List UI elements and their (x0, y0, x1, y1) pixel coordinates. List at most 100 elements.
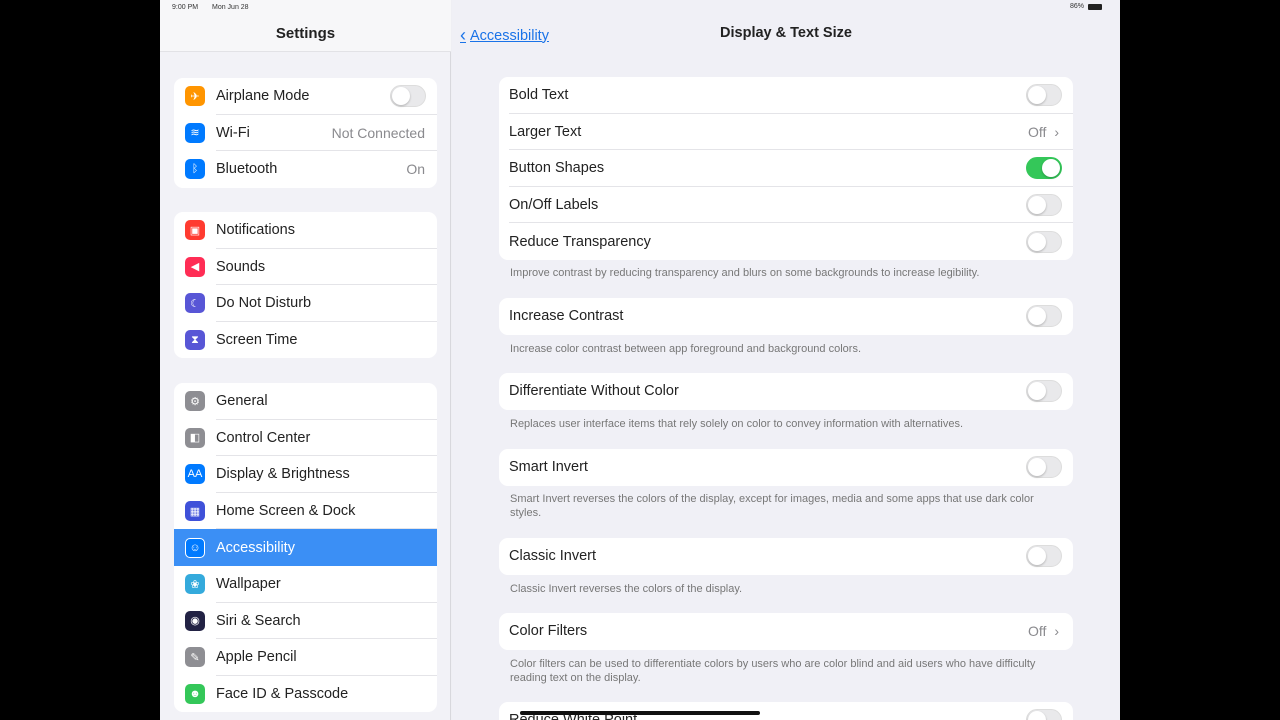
reduce-transparency-toggle[interactable] (1026, 230, 1062, 253)
gear-icon: ⚙ (185, 391, 205, 412)
section-footer: Smart Invert reverses the colors of the … (510, 493, 1034, 519)
sidebar-item-label: Airplane Mode (216, 88, 310, 105)
airplane-icon: ✈ (185, 86, 205, 107)
sidebar-item-label: Do Not Disturb (216, 295, 312, 312)
sidebar-item-wi-fi[interactable]: ≋ Wi-Fi Not Connected (174, 115, 437, 152)
sidebar-item-bluetooth[interactable]: ᛒ Bluetooth On (174, 151, 437, 188)
sidebar-item-label: Accessibility (216, 539, 295, 556)
sidebar-item-label: General (216, 393, 268, 410)
sidebar-item-label: Wi-Fi (216, 124, 250, 141)
settings-group: ⚙ General ◧ Control Center AA Display & … (174, 383, 437, 713)
row-color-filters[interactable]: Color Filters Off › (499, 613, 1073, 650)
sidebar-header: 9:00 PM Mon Jun 28 Settings (160, 0, 451, 52)
increase-contrast-toggle[interactable] (1026, 305, 1062, 328)
sidebar-item-label: Face ID & Passcode (216, 686, 349, 703)
sidebar-item-general[interactable]: ⚙ General (174, 383, 437, 420)
row-increase-contrast[interactable]: Increase Contrast (499, 298, 1073, 335)
chevron-right-icon: › (1054, 623, 1059, 640)
sidebar-item-label: Siri & Search (216, 612, 301, 629)
bluetooth-icon: ᛒ (185, 159, 205, 180)
sounds-icon: ◀ (185, 256, 205, 277)
sidebar-item-value: Not Connected (331, 124, 425, 141)
row-label: Larger Text (509, 123, 582, 140)
row-label: Differentiate Without Color (509, 383, 679, 400)
settings-section: Classic Invert (499, 538, 1073, 575)
settings-section: Smart Invert (499, 449, 1073, 486)
sidebar-item-screen-time[interactable]: ⧗ Screen Time (174, 322, 437, 359)
sidebar-item-value: On (406, 161, 425, 178)
sidebar-item-label: Control Center (216, 429, 311, 446)
face-id-icon: ☻ (185, 684, 205, 705)
classic-invert-toggle[interactable] (1026, 545, 1062, 568)
sidebar-item-home-screen-dock[interactable]: ▦ Home Screen & Dock (174, 493, 437, 530)
section-footer: Improve contrast by reducing transparenc… (510, 267, 980, 279)
battery-icon (1088, 3, 1102, 10)
sidebar-item-apple-pencil[interactable]: ✎ Apple Pencil (174, 639, 437, 676)
sidebar-item-control-center[interactable]: ◧ Control Center (174, 420, 437, 457)
row-differentiate-without-color[interactable]: Differentiate Without Color (499, 373, 1073, 410)
sidebar-item-sounds[interactable]: ◀ Sounds (174, 249, 437, 286)
row-classic-invert[interactable]: Classic Invert (499, 538, 1073, 575)
sidebar-item-accessibility[interactable]: ☺ Accessibility (174, 529, 437, 566)
settings-section: Bold Text Larger Text Off › Button Shape… (499, 77, 1073, 260)
wifi-icon: ≋ (185, 122, 205, 143)
pencil-icon: ✎ (185, 647, 205, 668)
sidebar-item-face-id-passcode[interactable]: ☻ Face ID & Passcode (174, 676, 437, 713)
on-off-labels-toggle[interactable] (1026, 194, 1062, 217)
settings-group: ✈ Airplane Mode ≋ Wi-Fi Not Connected ᛒ … (174, 78, 437, 188)
row-value: Off › (1028, 123, 1059, 140)
status-time: 9:00 PM (172, 4, 199, 11)
settings-section: Differentiate Without Color (499, 373, 1073, 410)
sidebar-item-display-brightness[interactable]: AA Display & Brightness (174, 456, 437, 493)
sidebar-item-airplane-mode[interactable]: ✈ Airplane Mode (174, 78, 437, 115)
row-larger-text[interactable]: Larger Text Off › (499, 114, 1073, 151)
status-right: 86% (1070, 3, 1102, 10)
status-date: Mon Jun 28 (212, 4, 249, 11)
section-footer: Increase color contrast between app fore… (510, 343, 861, 355)
smart-invert-toggle[interactable] (1026, 456, 1062, 479)
detail-pane: 86% ‹ Accessibility Display & Text Size B… (452, 0, 1120, 720)
home-indicator[interactable] (520, 711, 760, 715)
sidebar-item-wallpaper[interactable]: ❀ Wallpaper (174, 566, 437, 603)
row-bold-text[interactable]: Bold Text (499, 77, 1073, 114)
page-title: Display & Text Size (720, 25, 852, 41)
row-label: Increase Contrast (509, 308, 624, 325)
sidebar-item-label: Apple Pencil (216, 649, 297, 666)
row-label: Bold Text (509, 87, 569, 104)
differentiate-without-color-toggle[interactable] (1026, 380, 1062, 403)
button-shapes-toggle[interactable] (1026, 157, 1062, 180)
control-center-icon: ◧ (185, 427, 205, 448)
ipad-screen: 9:00 PM Mon Jun 28 Settings ✈ Airplane M… (160, 0, 1120, 720)
settings-sidebar: 9:00 PM Mon Jun 28 Settings ✈ Airplane M… (160, 0, 451, 720)
row-label: Button Shapes (509, 160, 605, 177)
reduce-white-point-toggle[interactable] (1026, 709, 1062, 720)
siri-icon: ◉ (185, 610, 205, 631)
row-label: Reduce Transparency (509, 233, 651, 250)
row-smart-invert[interactable]: Smart Invert (499, 449, 1073, 486)
row-on-off-labels[interactable]: On/Off Labels (499, 187, 1073, 224)
sidebar-item-do-not-disturb[interactable]: ☾ Do Not Disturb (174, 285, 437, 322)
row-reduce-transparency[interactable]: Reduce Transparency (499, 223, 1073, 260)
sidebar-item-label: Display & Brightness (216, 466, 350, 483)
airplane-mode-toggle[interactable] (390, 85, 426, 108)
notifications-icon: ▣ (185, 220, 205, 241)
sidebar-item-label: Sounds (216, 258, 266, 275)
sidebar-item-siri-search[interactable]: ◉ Siri & Search (174, 603, 437, 640)
settings-section: Color Filters Off › (499, 613, 1073, 650)
sidebar-item-label: Notifications (216, 222, 295, 239)
settings-section: Increase Contrast (499, 298, 1073, 335)
row-button-shapes[interactable]: Button Shapes (499, 150, 1073, 187)
sidebar-item-label: Home Screen & Dock (216, 503, 356, 520)
row-label: On/Off Labels (509, 197, 599, 214)
sidebar-item-notifications[interactable]: ▣ Notifications (174, 212, 437, 249)
sidebar-item-label: Bluetooth (216, 161, 278, 178)
battery-percent: 86% (1069, 3, 1084, 10)
row-value: Off › (1028, 623, 1059, 640)
sidebar-title: Settings (275, 25, 336, 42)
chevron-right-icon: › (1054, 123, 1059, 140)
bold-text-toggle[interactable] (1026, 84, 1062, 107)
display-icon: AA (185, 464, 205, 485)
settings-group: ▣ Notifications ◀ Sounds ☾ Do Not Distur… (174, 212, 437, 359)
section-footer: Color filters can be used to differentia… (510, 658, 1036, 684)
accessibility-icon: ☺ (185, 537, 205, 558)
